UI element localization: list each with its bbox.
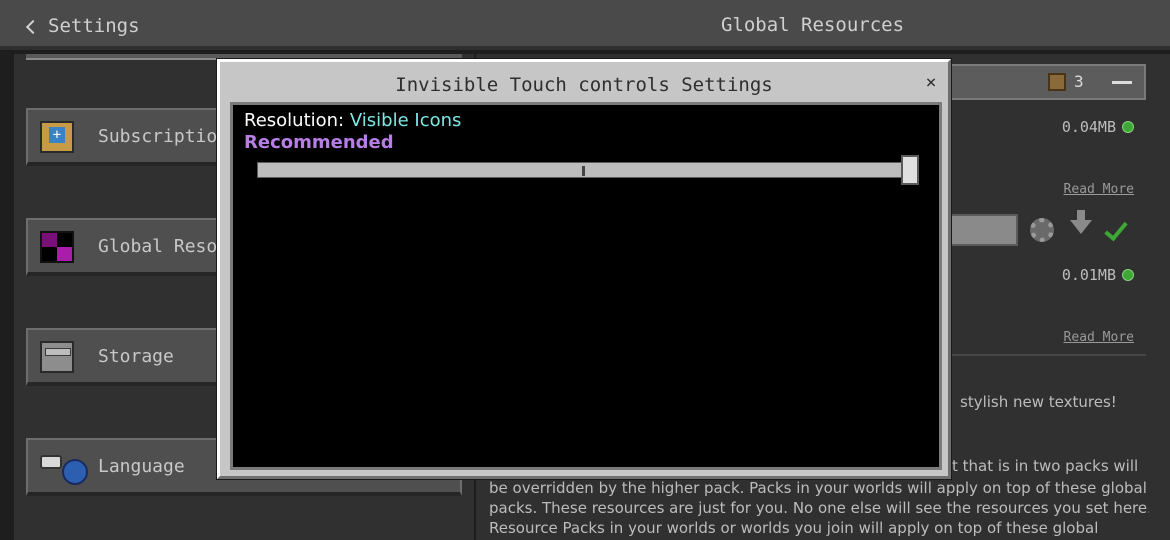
chest-icon <box>1048 72 1066 91</box>
pack-size-value: 0.01MB <box>1061 266 1116 284</box>
description-line: t that is in two packs will <box>952 457 1139 475</box>
recommended-label: Recommended <box>244 132 394 153</box>
storage-icon <box>40 341 74 373</box>
sidebar-item-label: Language <box>98 456 185 477</box>
global-resources-icon <box>40 231 74 263</box>
subscription-icon <box>40 121 74 153</box>
resolution-label: Resolution: <box>244 110 345 131</box>
pack-size-value: 0.04MB <box>1061 118 1116 136</box>
pack-size: 0.04MB <box>1062 118 1134 136</box>
slider-handle[interactable] <box>901 155 919 185</box>
resolution-line: Resolution: Visible Icons <box>244 110 461 131</box>
speech-bubble-icon <box>40 455 62 469</box>
top-bar: Settings Global Resources <box>0 0 1170 50</box>
resolution-slider[interactable] <box>257 162 907 178</box>
close-icon[interactable]: × <box>920 72 942 94</box>
settings-dialog: Invisible Touch controls Settings × Reso… <box>217 59 951 479</box>
arrow-down-icon[interactable] <box>1070 210 1092 234</box>
status-dot-icon <box>1122 121 1134 133</box>
read-more-link[interactable]: Read More <box>1064 330 1134 345</box>
resolution-value: Visible Icons <box>349 110 462 131</box>
description-line: packs. These resources are just for you.… <box>489 499 1149 517</box>
language-icon <box>40 451 92 485</box>
divider <box>940 354 1146 356</box>
dialog-title: Invisible Touch controls Settings <box>395 74 773 96</box>
read-more-link[interactable]: Read More <box>1064 182 1134 197</box>
globe-icon <box>62 459 88 485</box>
description-line: stylish new textures! <box>960 393 1117 411</box>
back-button[interactable]: Settings <box>25 12 140 40</box>
pack-size: 0.01MB <box>1062 266 1134 284</box>
pack-count-value: 3 <box>1074 72 1084 91</box>
description-line: be overridden by the higher pack. Packs … <box>489 479 1147 497</box>
sidebar-item-label: Storage <box>98 346 174 367</box>
description-line: Resource Packs in your worlds or worlds … <box>489 519 1099 537</box>
slider-tick-mark <box>582 166 585 176</box>
status-dot-icon <box>1122 269 1134 281</box>
pack-name-field[interactable] <box>940 214 1018 246</box>
page-title: Global Resources <box>720 14 905 36</box>
pack-count: 3 <box>1048 72 1084 91</box>
collapse-icon[interactable] <box>1112 81 1132 84</box>
dialog-body: Resolution: Visible Icons Recommended <box>230 102 942 470</box>
back-label: Settings <box>48 15 140 37</box>
gear-icon[interactable] <box>1030 218 1054 242</box>
chevron-left-icon <box>25 19 41 34</box>
